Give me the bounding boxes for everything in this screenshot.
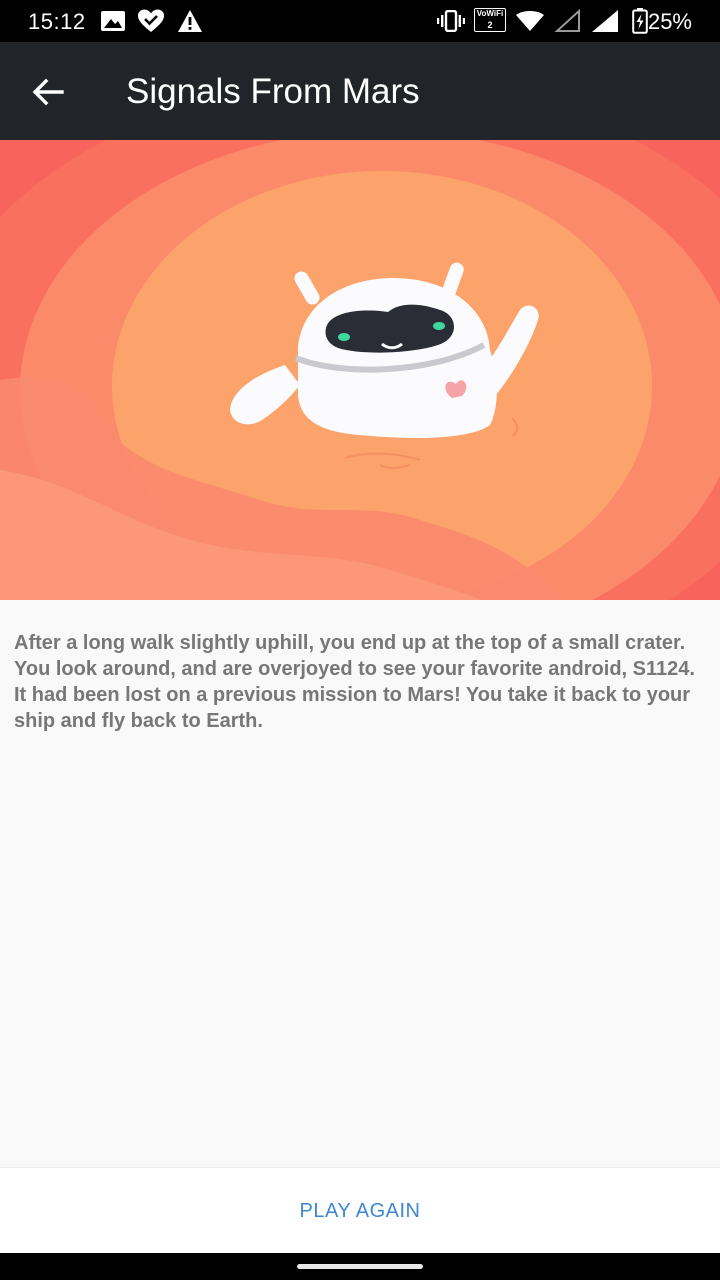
vowifi-icon: VoWiFi 2 <box>474 8 508 34</box>
status-time: 15:12 <box>28 9 86 34</box>
vibrate-icon <box>437 9 465 37</box>
bottom-action-bar: PLAY AGAIN <box>0 1167 720 1254</box>
mars-robot-illustration <box>0 140 720 600</box>
arrow-left-icon <box>32 78 64 106</box>
signal-empty-icon <box>554 8 581 38</box>
play-again-button[interactable]: PLAY AGAIN <box>260 1184 460 1238</box>
vowifi-label: VoWiFi <box>476 9 504 18</box>
wifi-icon <box>515 10 545 37</box>
hero-illustration <box>0 140 720 600</box>
navigation-bar <box>0 1253 720 1280</box>
signal-full-icon <box>591 9 619 38</box>
story-text: After a long walk slightly uphill, you e… <box>14 632 695 732</box>
app-bar: Signals From Mars <box>0 42 720 140</box>
heart-check-icon <box>137 8 165 39</box>
status-bar: 15:12 VoWiFi 2 25% <box>0 0 720 42</box>
page-title: Signals From Mars <box>126 72 420 111</box>
back-button[interactable] <box>20 66 76 118</box>
photo-icon <box>100 10 126 37</box>
battery-charging-icon <box>632 8 648 39</box>
warning-icon <box>177 9 203 38</box>
battery-percent: 25% <box>647 9 692 34</box>
vowifi-sim: 2 <box>487 20 493 30</box>
home-gesture-pill[interactable] <box>297 1264 423 1269</box>
